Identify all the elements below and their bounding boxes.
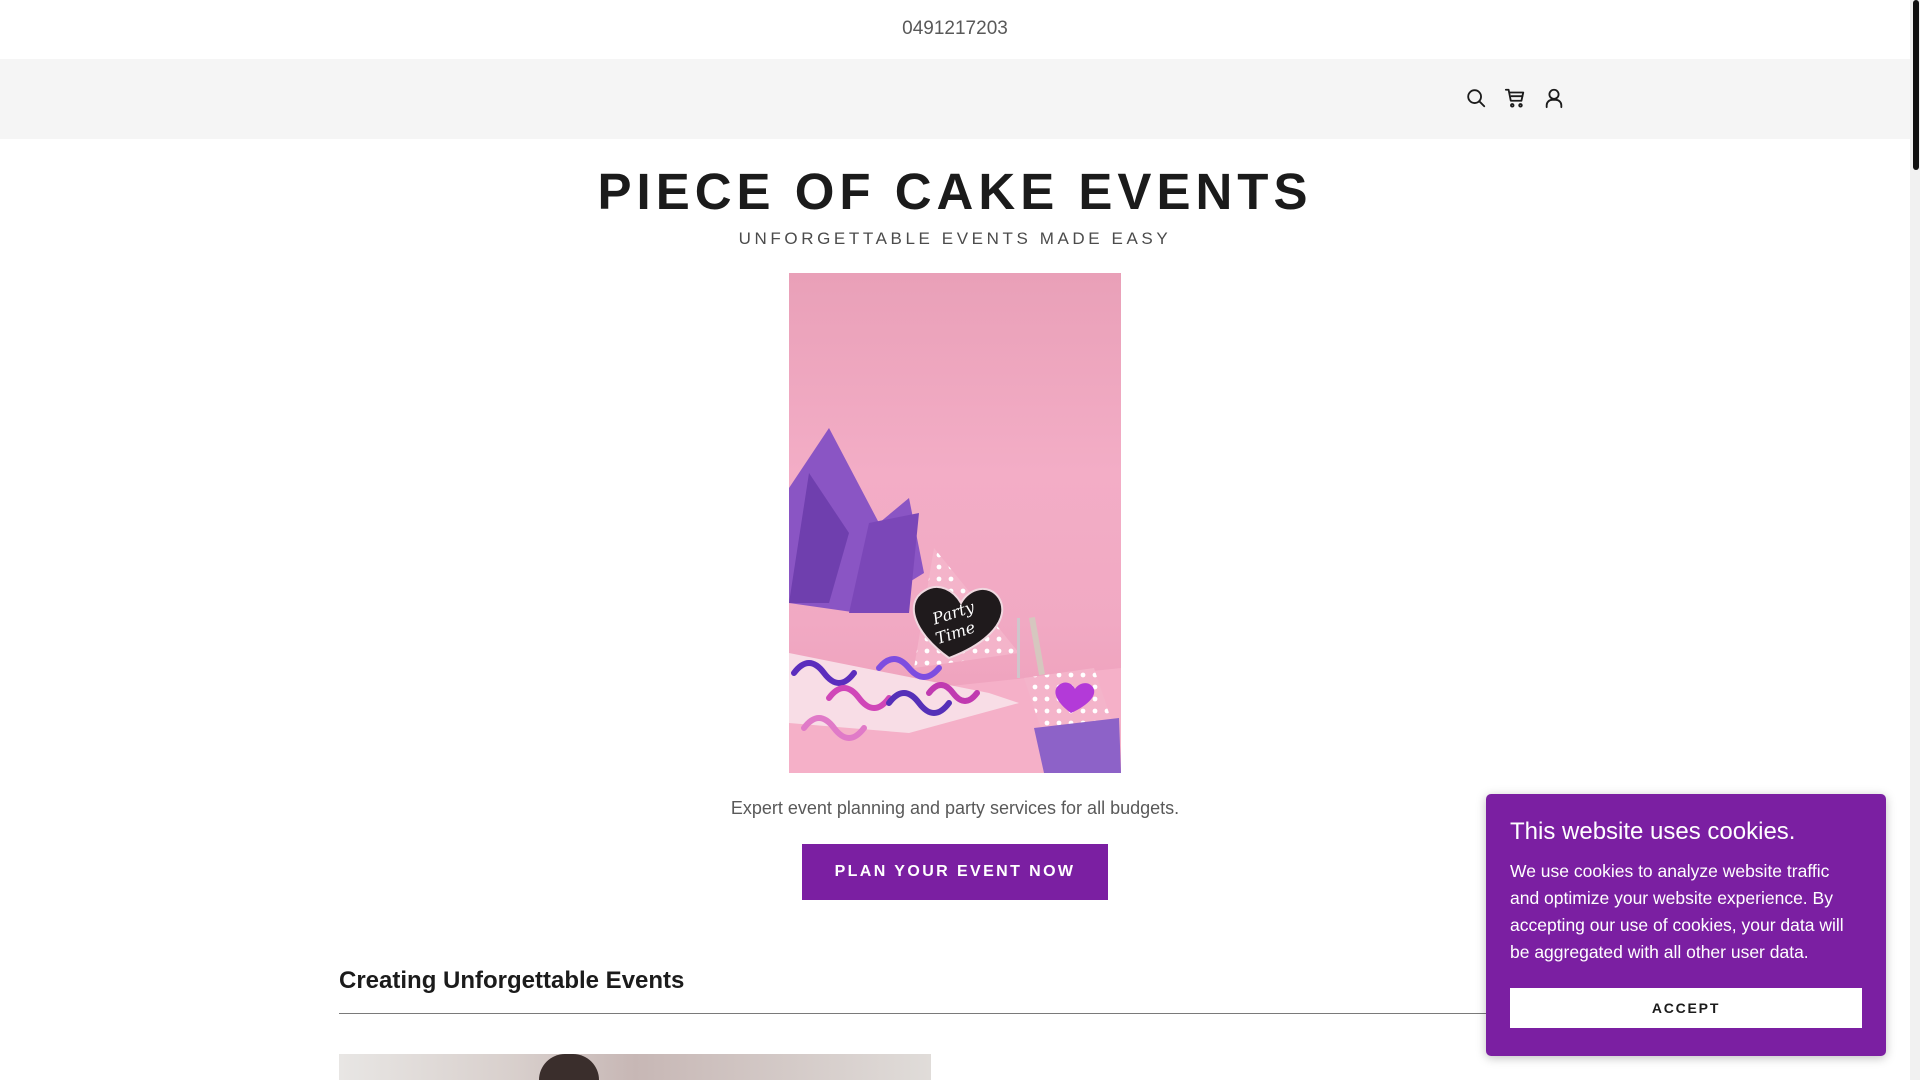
scrollbar-thumb[interactable]	[1913, 0, 1919, 170]
cookie-banner: This website uses cookies. We use cookie…	[1486, 794, 1886, 1056]
nav-icons	[1465, 87, 1565, 109]
search-icon[interactable]	[1465, 87, 1487, 109]
plan-event-button[interactable]: PLAN YOUR EVENT NOW	[802, 844, 1108, 900]
account-icon[interactable]	[1543, 87, 1565, 109]
phone-number[interactable]: 0491217203	[902, 18, 1008, 40]
hero-image: Party Time	[789, 273, 1121, 773]
nav-bar	[0, 59, 1910, 139]
section-divider	[339, 1013, 1571, 1014]
section-image	[339, 1054, 931, 1080]
page-scrollbar[interactable]	[1910, 0, 1920, 1080]
section-heading: Creating Unforgettable Events	[339, 967, 685, 994]
section-image-shape	[539, 1054, 599, 1080]
cart-icon[interactable]	[1504, 87, 1526, 109]
cookie-title: This website uses cookies.	[1510, 818, 1796, 845]
site-title: PIECE OF CAKE EVENTS	[597, 163, 1313, 220]
cookie-text: We use cookies to analyze website traffi…	[1510, 861, 1844, 962]
accept-cookies-button[interactable]: ACCEPT	[1510, 988, 1862, 1028]
site-tagline: UNFORGETTABLE EVENTS MADE EASY	[738, 229, 1172, 248]
top-bar: 0491217203	[0, 0, 1910, 59]
